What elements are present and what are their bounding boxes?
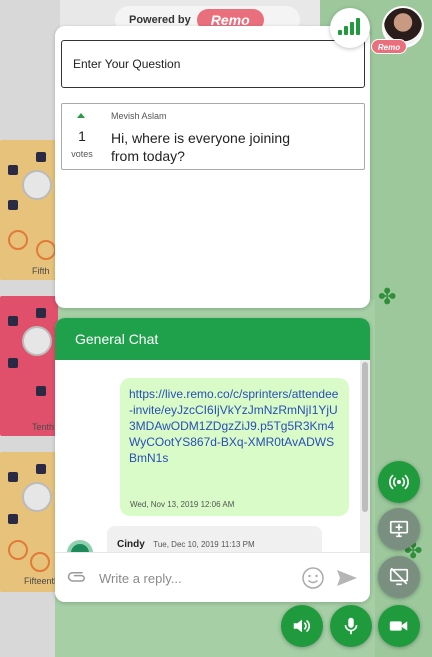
- broadcast-icon: [389, 474, 409, 490]
- vote-label: votes: [71, 149, 93, 159]
- message-link[interactable]: https://live.remo.co/c/sprinters/attende…: [129, 386, 339, 466]
- question-card: 1 votes Mevish Aslam Hi, where is everyo…: [61, 103, 365, 170]
- camera-button[interactable]: [378, 605, 420, 647]
- avatar-remo-badge: Remo: [371, 39, 407, 54]
- chat-message-list: https://live.remo.co/c/sprinters/attende…: [55, 360, 360, 552]
- broadcast-button[interactable]: [378, 461, 420, 503]
- camera-icon: [389, 621, 408, 631]
- screen-share-button[interactable]: [378, 508, 420, 550]
- sender-name: Cindy: [117, 539, 145, 550]
- reply-bar: [55, 552, 370, 602]
- powered-by-text: Powered by: [129, 14, 191, 26]
- qa-panel: 1 votes Mevish Aslam Hi, where is everyo…: [55, 26, 370, 308]
- sender-avatar: [67, 540, 93, 552]
- room-label: Tenth: [32, 422, 55, 432]
- vote-column: 1 votes: [62, 104, 102, 169]
- room-fifteenth[interactable]: Fifteenth: [0, 452, 60, 592]
- question-input[interactable]: [61, 40, 365, 88]
- chat-title: General Chat: [55, 318, 370, 360]
- stop-screen-share-button[interactable]: [378, 556, 420, 598]
- reply-input[interactable]: [99, 565, 299, 591]
- paperclip-icon[interactable]: [67, 568, 89, 588]
- room-label: Fifth: [32, 266, 50, 276]
- message-timestamp: Wed, Nov 13, 2019 12:06 AM: [130, 500, 235, 509]
- screen-share-icon: [389, 520, 409, 538]
- outgoing-message: https://live.remo.co/c/sprinters/attende…: [120, 378, 349, 516]
- emoji-icon[interactable]: [301, 566, 325, 590]
- send-icon[interactable]: [335, 566, 359, 590]
- screen-share-off-icon: [389, 567, 409, 586]
- vote-count: 1: [78, 128, 86, 144]
- chat-scrollbar[interactable]: [360, 360, 370, 552]
- question-asker: Mevish Aslam: [111, 111, 167, 121]
- room-label: Fifteenth: [24, 576, 60, 586]
- room-tenth[interactable]: Tenth: [0, 296, 58, 436]
- question-text: Hi, where is everyone joining from today…: [111, 130, 290, 164]
- scrollbar-thumb[interactable]: [362, 362, 368, 512]
- plant-icon: ✤: [378, 284, 397, 309]
- signal-strength-button[interactable]: [330, 8, 370, 48]
- message-timestamp: Tue, Dec 10, 2019 11:13 PM: [153, 540, 255, 549]
- microphone-button[interactable]: [330, 605, 372, 647]
- upvote-arrow-icon[interactable]: [77, 113, 85, 118]
- incoming-message: Cindy Tue, Dec 10, 2019 11:13 PM: [107, 526, 322, 552]
- speaker-button[interactable]: [281, 605, 323, 647]
- room-fifth[interactable]: Fifth: [0, 140, 58, 280]
- microphone-icon: [344, 617, 358, 635]
- speaker-icon: [293, 619, 311, 633]
- chat-panel: General Chat https://live.remo.co/c/spri…: [55, 318, 370, 602]
